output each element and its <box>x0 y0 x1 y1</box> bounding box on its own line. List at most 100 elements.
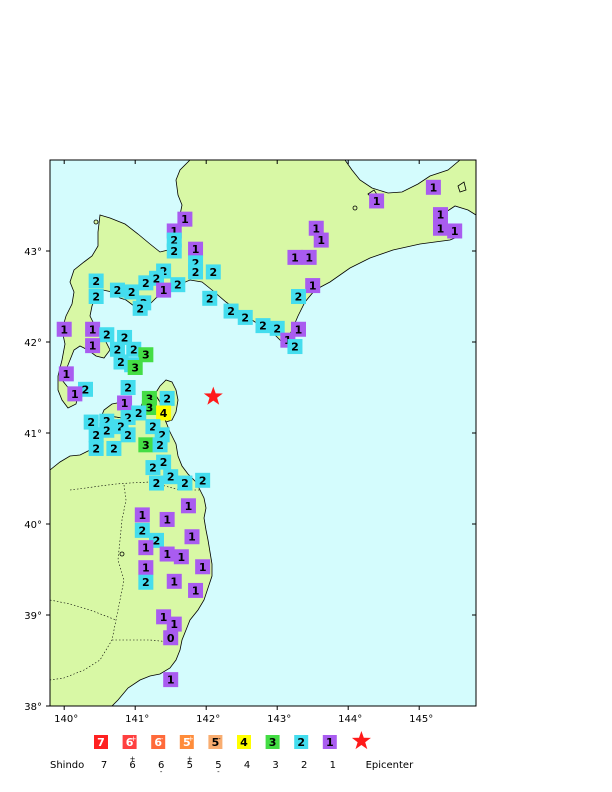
station-intensity: 2 <box>259 320 267 333</box>
station-intensity: 2 <box>117 356 125 369</box>
station-intensity: 2 <box>174 279 182 292</box>
station-marker: 1 <box>305 278 321 294</box>
station-marker: 2 <box>120 427 136 443</box>
station-marker: 2 <box>138 275 154 291</box>
station-intensity: 2 <box>138 524 146 537</box>
station-marker: 2 <box>163 469 179 485</box>
station-intensity: 2 <box>124 429 132 442</box>
station-marker: 1 <box>433 207 448 223</box>
station-marker: 1 <box>138 560 154 576</box>
station-marker: 1 <box>195 559 211 575</box>
station-marker: 1 <box>134 507 150 523</box>
shindo-legend: 776+6+6-6-5+5+5-5-44332211Shindo Epicente… <box>50 731 414 776</box>
station-intensity: 2 <box>170 245 178 258</box>
station-marker: 2 <box>134 522 150 538</box>
station-intensity: 1 <box>71 388 79 401</box>
station-marker: 1 <box>163 672 179 688</box>
station-marker: 2 <box>99 422 115 438</box>
station-marker: 2 <box>291 289 306 304</box>
station-intensity: 1 <box>181 213 189 226</box>
legend-value-mark: + <box>130 755 136 763</box>
station-marker: 2 <box>287 339 303 355</box>
station-marker: 2 <box>205 264 221 280</box>
station-intensity: 2 <box>273 322 281 335</box>
legend-item: 22 <box>294 735 309 771</box>
station-marker: 2 <box>223 303 239 319</box>
station-marker: 1 <box>369 193 385 209</box>
station-intensity: 1 <box>167 674 175 687</box>
station-intensity: 2 <box>227 305 235 318</box>
station-intensity: 2 <box>92 275 100 288</box>
station-intensity: 1 <box>170 618 178 631</box>
station-marker: 1 <box>166 616 182 632</box>
legend-value: 7 <box>101 760 107 771</box>
station-intensity: 3 <box>131 361 139 374</box>
lon-tick-label: 142° <box>196 714 220 725</box>
lat-tick-label: 42° <box>24 338 42 349</box>
station-intensity: 1 <box>89 323 97 336</box>
island <box>119 551 125 557</box>
station-intensity: 2 <box>110 442 118 455</box>
legend-item: 11 <box>322 735 337 771</box>
station-intensity: 2 <box>291 341 299 354</box>
station-intensity: 2 <box>92 442 100 455</box>
station-marker: 2 <box>138 574 154 590</box>
station-intensity: 1 <box>89 340 97 353</box>
station-intensity: 1 <box>430 181 438 194</box>
station-intensity: 2 <box>136 302 144 315</box>
station-marker: 2 <box>88 289 104 304</box>
station-marker: 2 <box>156 454 172 470</box>
legend-epicenter-star <box>351 731 371 750</box>
station-marker: 1 <box>58 366 74 382</box>
lat-tick-label: 38° <box>24 702 42 713</box>
station-intensity: 1 <box>163 513 171 526</box>
legend-epicenter-label: Epicenter <box>366 760 415 771</box>
station-marker: 1 <box>117 395 133 411</box>
lat-tick-label: 43° <box>24 247 42 258</box>
station-marker: 1 <box>166 573 182 589</box>
station-marker: 1 <box>67 386 83 402</box>
station-intensity: 1 <box>305 251 313 264</box>
station-marker: 1 <box>188 582 204 598</box>
station-marker: 2 <box>88 273 104 289</box>
station-marker: 2 <box>106 440 122 456</box>
station-marker: 2 <box>109 282 125 298</box>
station-marker: 2 <box>166 243 182 259</box>
station-intensity: 1 <box>160 284 168 297</box>
station-intensity: 2 <box>181 477 189 490</box>
station-marker: 1 <box>85 321 101 337</box>
station-marker: 1 <box>85 338 101 354</box>
station-intensity: 2 <box>82 383 90 396</box>
station-marker: 2 <box>195 472 211 488</box>
station-intensity: 1 <box>192 243 200 256</box>
station-marker: 2 <box>152 437 168 453</box>
station-marker: 1 <box>287 249 303 265</box>
station-marker: 1 <box>433 220 448 236</box>
station-intensity: 2 <box>160 456 168 469</box>
station-marker: 2 <box>202 290 218 306</box>
station-intensity: 1 <box>192 584 200 597</box>
station-intensity: 2 <box>92 291 100 304</box>
station-marker: 1 <box>313 232 329 248</box>
station-marker: 1 <box>159 511 175 527</box>
station-intensity: 1 <box>160 611 168 624</box>
station-intensity: 1 <box>60 323 68 336</box>
station-marker: 1 <box>425 179 441 195</box>
station-intensity: 2 <box>103 329 111 342</box>
legend-value: 2 <box>301 760 307 771</box>
station-intensity: 2 <box>92 429 100 442</box>
lat-tick-label: 41° <box>24 429 42 440</box>
station-intensity: 1 <box>138 509 146 522</box>
legend-item: 6-6- <box>151 735 166 776</box>
station-marker: 2 <box>120 380 136 395</box>
lat-tick-label: 40° <box>24 520 42 531</box>
seismic-intensity-map: 140° 141° 142° 143° 144° 145° 43° 42° 41° 40° 39° 3… <box>24 159 477 776</box>
station-marker: 1 <box>56 321 72 337</box>
station-marker: 2 <box>132 300 148 316</box>
station-marker: 1 <box>301 249 317 265</box>
station-intensity: 2 <box>167 471 175 484</box>
station-intensity: 3 <box>146 402 154 415</box>
station-marker: 1 <box>138 540 154 556</box>
station-intensity: 2 <box>87 416 95 429</box>
station-intensity: 2 <box>103 424 111 437</box>
